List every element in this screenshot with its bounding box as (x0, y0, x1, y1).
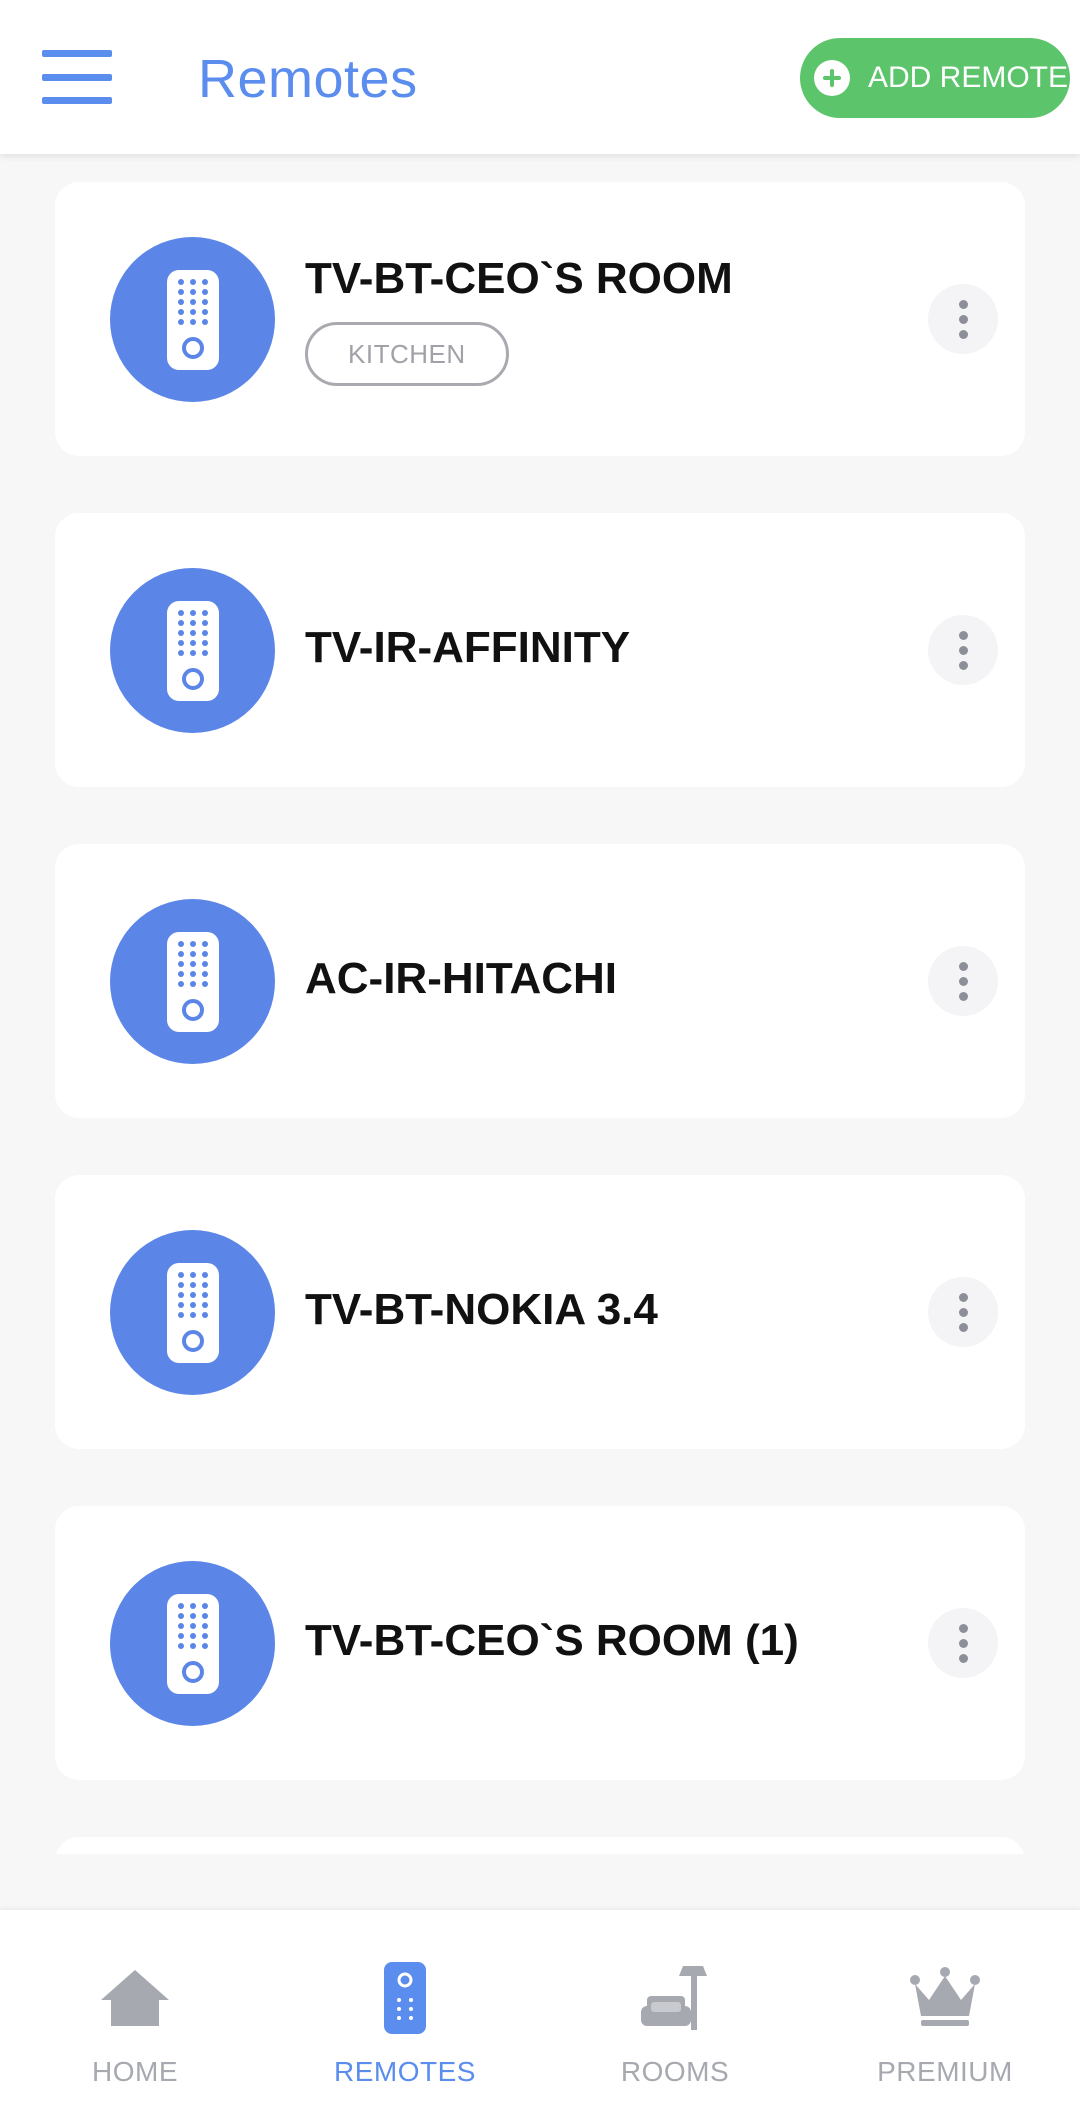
remote-card[interactable]: TV-BT-CEO`S ROOM KITCHEN (55, 182, 1025, 456)
top-app-bar: Remotes ADD REMOTE (0, 0, 1080, 154)
app-screen: Remotes ADD REMOTE TV-BT-CEO`S ROOM KITC… (0, 0, 1080, 2126)
bottom-navigation: HOME REMOTES ROOMS PREMIUM (0, 1910, 1080, 2126)
remote-icon (166, 600, 219, 701)
remote-icon (166, 269, 219, 370)
remote-card[interactable]: TV-BT-NOKIA 3.4 (55, 1175, 1025, 1449)
remote-card[interactable]: TV-IR-AFFINITY (55, 513, 1025, 787)
remote-card[interactable]: AC-IR-HITACHI (55, 844, 1025, 1118)
remote-name: TV-BT-NOKIA 3.4 (305, 1285, 658, 1334)
page-title: Remotes (198, 49, 418, 109)
nav-home-label: HOME (92, 2056, 178, 2087)
nav-rooms[interactable]: ROOMS (540, 1910, 810, 2126)
more-options-icon[interactable] (928, 946, 998, 1016)
more-options-icon[interactable] (928, 1608, 998, 1678)
remote-icon (166, 1262, 219, 1363)
remote-avatar (110, 1561, 275, 1726)
more-options-icon[interactable] (928, 615, 998, 685)
remote-avatar (110, 899, 275, 1064)
add-remote-label: ADD REMOTE (868, 61, 1069, 94)
crown-icon (905, 1958, 985, 2038)
hamburger-menu-icon[interactable] (42, 50, 112, 104)
home-icon (95, 1958, 175, 2038)
remote-icon (166, 931, 219, 1032)
add-remote-button[interactable]: ADD REMOTE (800, 38, 1070, 118)
remote-list: TV-BT-CEO`S ROOM KITCHEN TV-IR-AFFINITY … (0, 154, 1080, 1854)
plus-circle-icon (814, 60, 850, 96)
nav-home[interactable]: HOME (0, 1910, 270, 2126)
remote-icon (166, 1593, 219, 1694)
sofa-icon (635, 1958, 715, 2038)
remote-card[interactable]: TV-BT-CEO`S ROOM (1) (55, 1506, 1025, 1780)
remote-avatar (110, 568, 275, 733)
remote-name: TV-IR-AFFINITY (305, 623, 631, 672)
remote-name: TV-BT-CEO`S ROOM (1) (305, 1616, 799, 1665)
nav-premium[interactable]: PREMIUM (810, 1910, 1080, 2126)
remote-icon (365, 1958, 445, 2038)
nav-premium-label: PREMIUM (877, 2056, 1013, 2087)
remote-card-partial[interactable] (55, 1837, 1025, 1854)
remote-name: TV-BT-CEO`S ROOM (305, 254, 733, 303)
remote-avatar (110, 237, 275, 402)
remote-avatar (110, 1230, 275, 1395)
nav-remotes-label: REMOTES (334, 2056, 476, 2087)
more-options-icon[interactable] (928, 1277, 998, 1347)
remote-name: AC-IR-HITACHI (305, 954, 618, 1003)
room-tag[interactable]: KITCHEN (305, 322, 509, 386)
nav-remotes[interactable]: REMOTES (270, 1910, 540, 2126)
nav-rooms-label: ROOMS (620, 2056, 730, 2087)
more-options-icon[interactable] (928, 284, 998, 354)
